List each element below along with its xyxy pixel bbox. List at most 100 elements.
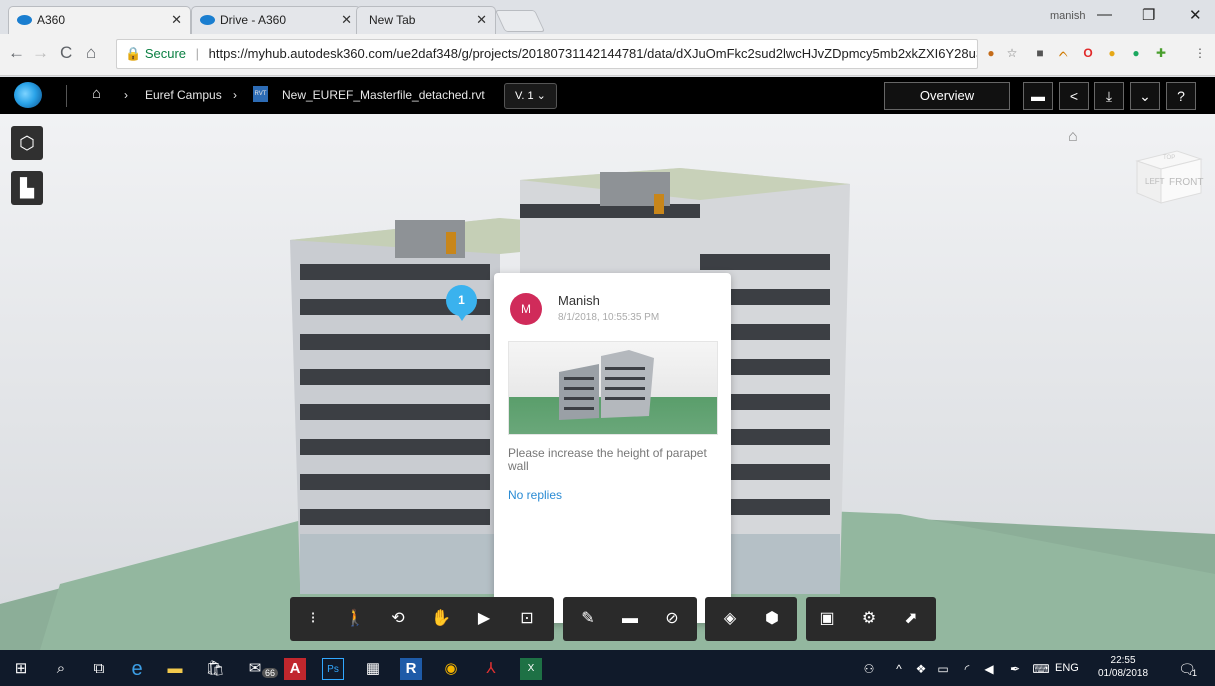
- notification-count: 1: [1192, 668, 1198, 678]
- share-icon[interactable]: <: [1059, 82, 1089, 110]
- close-tab-icon[interactable]: ✕: [171, 12, 182, 28]
- home-icon[interactable]: ⌂: [86, 43, 96, 63]
- extension-icon[interactable]: ●: [1128, 45, 1144, 61]
- secure-label: Secure: [144, 46, 187, 61]
- lock-icon: 🔒: [125, 46, 142, 61]
- clock-time: 22:55: [1110, 655, 1136, 666]
- settings-icon[interactable]: ⚙: [858, 609, 880, 631]
- view-cube-shape: [1135, 150, 1203, 204]
- excel-icon[interactable]: X: [520, 658, 542, 680]
- comment-snapshot[interactable]: [508, 341, 718, 435]
- avatar: M: [510, 293, 542, 325]
- comment-add-icon[interactable]: ▬: [619, 609, 641, 631]
- comment-popup: M Manish 8/1/2018, 10:55:35 PM Please in…: [494, 273, 731, 623]
- address-bar[interactable]: 🔒 Secure | https://myhub.autodesk360.com…: [116, 39, 978, 69]
- reload-icon[interactable]: C: [60, 43, 72, 63]
- fullscreen-icon[interactable]: ⬈: [900, 609, 922, 631]
- hide-icon[interactable]: ⊘: [661, 609, 683, 631]
- extension-icon[interactable]: ■: [1032, 45, 1048, 61]
- opera-icon[interactable]: O: [1080, 45, 1096, 61]
- clock-date: 01/08/2018: [1098, 668, 1149, 679]
- tab-title: Drive - A360: [220, 13, 287, 27]
- tab-new-tab[interactable]: New Tab ✕: [356, 6, 496, 34]
- task-view-icon[interactable]: ⧉: [88, 658, 110, 680]
- snapshot-image: [559, 350, 654, 420]
- menu-icon[interactable]: ⋮: [1192, 45, 1208, 61]
- profile-name[interactable]: manish: [1050, 10, 1085, 22]
- close-tab-icon[interactable]: ✕: [476, 12, 487, 28]
- keyboard-icon[interactable]: ⌨: [1030, 658, 1052, 680]
- close-tab-icon[interactable]: ✕: [341, 12, 352, 28]
- extension-icon[interactable]: ✚: [1153, 45, 1169, 61]
- camera-icon[interactable]: ▶: [473, 609, 495, 631]
- back-icon[interactable]: ←: [8, 43, 25, 63]
- markup-pen-icon[interactable]: ✎: [577, 609, 599, 631]
- fit-view-icon[interactable]: ⊡: [516, 609, 538, 631]
- extension-icon[interactable]: ●: [983, 45, 999, 61]
- bookmark-star-icon[interactable]: ☆: [1004, 45, 1020, 61]
- autocad-icon[interactable]: A: [284, 658, 306, 680]
- tab-drive-a360[interactable]: Drive - A360 ✕: [191, 6, 361, 34]
- windows-start-icon[interactable]: ⊞: [10, 658, 32, 680]
- file-explorer-icon[interactable]: ▬: [164, 658, 186, 680]
- version-dropdown[interactable]: V. 1 ⌄: [504, 83, 557, 109]
- chevron-down-icon[interactable]: ⌄: [1130, 82, 1160, 110]
- pan-icon[interactable]: ✋: [430, 609, 452, 631]
- clock[interactable]: 22:55 01/08/2018: [1098, 654, 1148, 680]
- chevron-down-icon: ⌄: [536, 90, 546, 102]
- forward-icon[interactable]: →: [32, 43, 49, 63]
- home-view-icon[interactable]: ⌂: [1068, 128, 1078, 146]
- model-toolbar: ◈ ⬢: [705, 597, 797, 641]
- overview-button[interactable]: Overview: [884, 82, 1010, 110]
- divider: [66, 85, 67, 107]
- tab-a360[interactable]: A360 ✕: [8, 6, 191, 34]
- pen-icon[interactable]: ✒: [1004, 658, 1026, 680]
- chevron-right-icon: ›: [124, 88, 128, 102]
- help-icon[interactable]: ?: [1166, 82, 1196, 110]
- view-cube[interactable]: LEFT FRONT TOP: [1127, 141, 1203, 205]
- navigation-toolbar: ⁝ 🚶 ⟲ ✋ ▶ ⊡: [290, 597, 554, 641]
- close-window-icon[interactable]: ✕: [1189, 6, 1202, 24]
- app-header: ⌂ › Euref Campus › RVT New_EUREF_Masterf…: [0, 77, 1215, 114]
- first-person-icon[interactable]: ⁝: [302, 609, 324, 631]
- home-icon[interactable]: ⌂: [92, 85, 101, 102]
- chrome-icon[interactable]: ◉: [440, 658, 462, 680]
- volume-icon[interactable]: ◀: [978, 658, 1000, 680]
- walk-icon[interactable]: 🚶: [344, 609, 366, 631]
- comment-author: Manish: [558, 293, 600, 308]
- wifi-icon[interactable]: ◜: [956, 658, 978, 680]
- model-viewer[interactable]: ⬡ ▙ ⌂ LEFT FRONT TOP 1 M Manish 8/1/2018…: [0, 114, 1215, 650]
- language-indicator[interactable]: ENG: [1055, 662, 1079, 674]
- dropbox-icon[interactable]: ❖: [910, 658, 932, 680]
- minimize-icon[interactable]: —: [1097, 6, 1112, 23]
- a360-favicon-icon: [200, 15, 215, 25]
- document-icon[interactable]: ▙: [11, 171, 43, 205]
- orbit-icon[interactable]: ⟲: [387, 609, 409, 631]
- breadcrumb-project[interactable]: Euref Campus: [145, 88, 222, 102]
- download-icon[interactable]: ⤓: [1094, 82, 1124, 110]
- search-icon[interactable]: ⌕: [50, 658, 72, 680]
- comment-date: 8/1/2018, 10:55:35 PM: [558, 312, 660, 323]
- store-icon[interactable]: 🛍: [204, 658, 226, 680]
- edge-icon[interactable]: e: [126, 658, 148, 680]
- chevron-up-icon[interactable]: ^: [888, 658, 910, 680]
- viewcube-top: TOP: [1163, 155, 1176, 161]
- maximize-icon[interactable]: ❐: [1142, 6, 1155, 24]
- a360-logo-icon[interactable]: [14, 82, 42, 108]
- new-tab-button[interactable]: [494, 10, 546, 32]
- people-icon[interactable]: ⚇: [858, 658, 880, 680]
- revit-icon[interactable]: R: [400, 658, 422, 680]
- separator: |: [195, 46, 200, 61]
- calculator-icon[interactable]: ▦: [362, 658, 384, 680]
- battery-icon[interactable]: ▭: [932, 658, 954, 680]
- model-browser-icon[interactable]: ⬡: [11, 126, 43, 160]
- replies-link[interactable]: No replies: [508, 488, 562, 502]
- explode-icon[interactable]: ◈: [719, 609, 741, 631]
- comment-icon[interactable]: ▬: [1023, 82, 1053, 110]
- acrobat-icon[interactable]: ⅄: [480, 658, 502, 680]
- extension-icon[interactable]: ●: [1104, 45, 1120, 61]
- extension-icon[interactable]: ᨈ: [1056, 45, 1072, 61]
- photoshop-icon[interactable]: Ps: [322, 658, 344, 680]
- properties-icon[interactable]: ▣: [816, 609, 838, 631]
- section-icon[interactable]: ⬢: [761, 609, 783, 631]
